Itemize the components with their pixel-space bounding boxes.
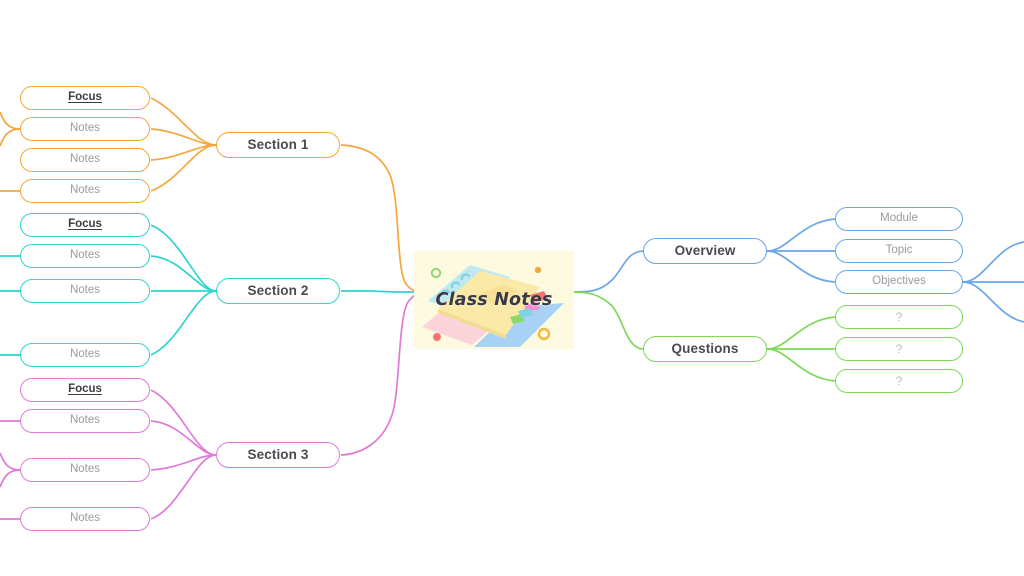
leaf-node-question-2[interactable]: ? — [835, 337, 963, 361]
leaf-label: Objectives — [872, 275, 926, 288]
leaf-node-section-3-focus[interactable]: Focus — [20, 378, 150, 402]
leaf-node-section-2-notes-3[interactable]: Notes — [20, 343, 150, 367]
leaf-node-section-2-notes-2[interactable]: Notes — [20, 279, 150, 303]
leaf-label: ? — [895, 374, 903, 388]
branch-node-section-3[interactable]: Section 3 — [216, 442, 340, 468]
branch-node-questions[interactable]: Questions — [643, 336, 767, 362]
central-topic-node[interactable]: Class Notes — [414, 251, 574, 349]
leaf-label: Notes — [69, 249, 101, 262]
leaf-node-section-1-focus[interactable]: Focus — [20, 86, 150, 110]
leaf-node-section-3-notes-3[interactable]: Notes — [20, 507, 150, 531]
leaf-label: Notes — [69, 348, 101, 361]
leaf-node-question-1[interactable]: ? — [835, 305, 963, 329]
leaf-label: Notes — [69, 184, 101, 197]
leaf-label: Focus — [68, 91, 102, 104]
branch-label: Section 3 — [247, 447, 309, 463]
leaf-node-overview-objectives[interactable]: Objectives — [835, 270, 963, 294]
leaf-node-question-3[interactable]: ? — [835, 369, 963, 393]
leaf-node-section-1-notes-3[interactable]: Notes — [20, 179, 150, 203]
leaf-node-section-1-notes-2[interactable]: Notes — [20, 148, 150, 172]
branch-label: Questions — [671, 341, 739, 357]
leaf-node-overview-module[interactable]: Module — [835, 207, 963, 231]
branch-node-section-1[interactable]: Section 1 — [216, 132, 340, 158]
branch-node-overview[interactable]: Overview — [643, 238, 767, 264]
leaf-label: Notes — [69, 512, 101, 525]
branch-label: Section 1 — [247, 137, 309, 153]
leaf-node-section-2-focus[interactable]: Focus — [20, 213, 150, 237]
branch-label: Section 2 — [247, 283, 309, 299]
leaf-node-section-3-notes-1[interactable]: Notes — [20, 409, 150, 433]
leaf-label: Notes — [69, 284, 101, 297]
branch-label: Overview — [674, 243, 736, 259]
leaf-label: Focus — [68, 383, 102, 396]
edges-section-3 — [0, 291, 421, 520]
leaf-label: ? — [895, 342, 903, 356]
leaf-label: Module — [880, 212, 918, 225]
leaf-label: Notes — [69, 122, 101, 135]
leaf-node-section-3-notes-2[interactable]: Notes — [20, 458, 150, 482]
leaf-label: Notes — [69, 153, 101, 166]
leaf-label: ? — [895, 310, 903, 324]
leaf-node-section-1-notes-1[interactable]: Notes — [20, 117, 150, 141]
leaf-label: Notes — [69, 463, 101, 476]
leaf-node-overview-topic[interactable]: Topic — [835, 239, 963, 263]
leaf-label: Topic — [885, 244, 913, 257]
leaf-label: Focus — [68, 218, 102, 231]
notebook-illustration — [422, 265, 564, 347]
branch-node-section-2[interactable]: Section 2 — [216, 278, 340, 304]
leaf-node-section-2-notes-1[interactable]: Notes — [20, 244, 150, 268]
leaf-label: Notes — [69, 414, 101, 427]
mindmap-canvas[interactable]: Class Notes Section 1 Focus Notes Notes … — [0, 0, 1024, 576]
